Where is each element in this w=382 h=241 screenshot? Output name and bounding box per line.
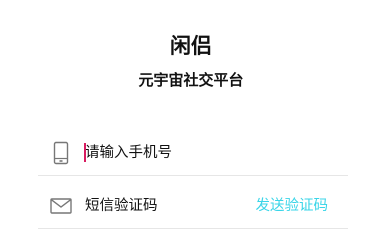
- envelope-icon: [48, 193, 74, 219]
- app-subtitle: 元宇宙社交平台: [138, 71, 244, 89]
- send-code-button[interactable]: 发送验证码: [256, 194, 329, 218]
- sms-code-field-row: 发送验证码: [38, 181, 348, 233]
- phone-number-input[interactable]: [85, 141, 285, 165]
- text-caret: [84, 143, 86, 162]
- divider: [38, 228, 348, 229]
- sms-code-input[interactable]: [85, 194, 235, 218]
- smartphone-icon: [48, 140, 74, 166]
- phone-field-row: [38, 128, 348, 180]
- divider: [38, 175, 348, 176]
- app-title: 闲侣: [170, 34, 212, 58]
